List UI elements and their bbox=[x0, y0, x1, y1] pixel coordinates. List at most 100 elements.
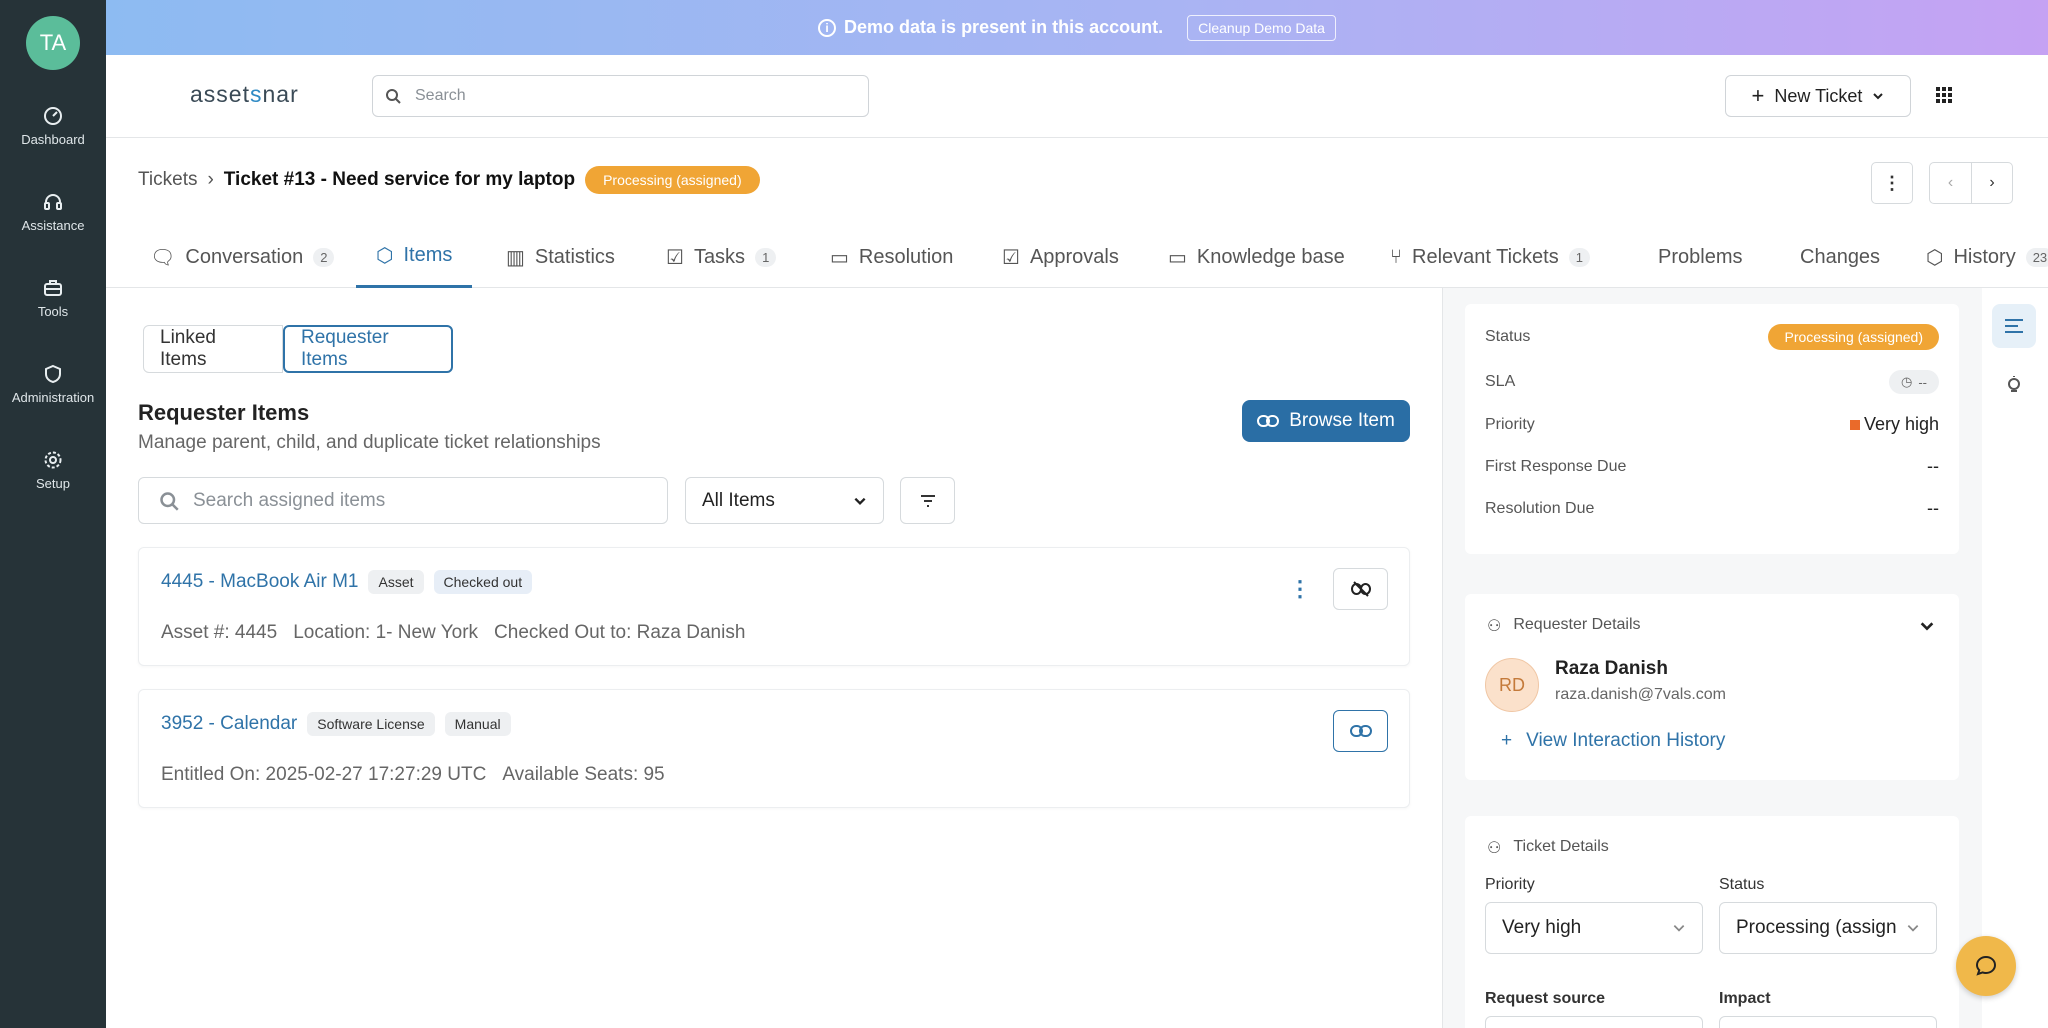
request-source-label: Request source bbox=[1485, 990, 1606, 1007]
impact-select[interactable] bbox=[1719, 1016, 1937, 1028]
filter-button[interactable] bbox=[900, 477, 955, 524]
breadcrumb-tickets[interactable]: Tickets bbox=[138, 169, 197, 191]
sidebar-item-label: Tools bbox=[37, 304, 69, 319]
tab-statistics[interactable]: ▥ Statistics bbox=[506, 226, 615, 288]
gear-icon bbox=[44, 451, 62, 469]
sla-label: SLA bbox=[1485, 373, 1516, 390]
page-title: Ticket #13 - Need service for my laptop bbox=[223, 169, 576, 190]
tab-count: 1 bbox=[755, 247, 777, 267]
link-icon bbox=[1349, 725, 1372, 737]
tab-relevant-tickets[interactable]: ⑂ Relevant Tickets 1 bbox=[1390, 226, 1590, 288]
resolution-due-value: -- bbox=[1927, 498, 1939, 518]
headset-icon bbox=[44, 194, 62, 210]
list-icon bbox=[2005, 319, 2023, 333]
tab-resolution[interactable]: ▭ Resolution bbox=[830, 226, 953, 288]
select-value: Processing (assign bbox=[1736, 917, 1897, 938]
tab-changes[interactable]: Changes bbox=[1800, 226, 1880, 288]
assigned-items-search[interactable]: Search assigned items bbox=[138, 477, 668, 524]
chat-bubble-icon bbox=[1975, 955, 1997, 976]
prev-ticket-button[interactable]: ‹ bbox=[1929, 162, 1971, 204]
item-link[interactable]: 4445 - MacBook Air M1 bbox=[161, 571, 358, 593]
priority-indicator bbox=[1849, 420, 1860, 430]
cleanup-demo-button[interactable]: Cleanup Demo Data bbox=[1187, 14, 1336, 41]
sidebar-item-dashboard[interactable]: Dashboard bbox=[0, 106, 106, 147]
tab-count: 1 bbox=[1568, 247, 1590, 267]
request-source-select[interactable] bbox=[1485, 1016, 1703, 1028]
requester-details: ⚇ Requester Details RD Raza Danish raza.… bbox=[1465, 594, 1959, 780]
first-response-label: First Response Due bbox=[1485, 457, 1627, 475]
item-meta: Asset #: 4445 bbox=[161, 622, 278, 643]
ticket-side-panel: Status Processing (assigned) SLA ◷ -- Pri… bbox=[1442, 288, 1982, 1028]
select-value: All Items bbox=[702, 489, 775, 511]
ticket-tabs: 🗨 Conversation 2 ⬡ Items ▥ Statistics ☑ Tasks… bbox=[106, 226, 2048, 288]
plus-icon: + bbox=[1751, 83, 1765, 108]
status-select[interactable]: Processing (assign bbox=[1719, 902, 1937, 954]
linked-items-toggle[interactable]: Linked Items bbox=[143, 325, 283, 373]
tab-count: 23 bbox=[2025, 247, 2048, 267]
book-icon: ▭ bbox=[830, 246, 849, 269]
tab-approvals[interactable]: ☑ Approvals bbox=[1002, 226, 1119, 288]
demo-banner: i Demo data is present in this account. … bbox=[106, 0, 2048, 55]
unlink-button[interactable] bbox=[1333, 568, 1388, 610]
sidebar-item-setup[interactable]: Setup bbox=[0, 450, 106, 491]
chevron-right-icon: › bbox=[207, 169, 214, 190]
item-type-tag: Software License bbox=[307, 712, 435, 736]
chat-fab-button[interactable] bbox=[1956, 936, 2016, 996]
kebab-icon[interactable]: ⋮ bbox=[1289, 576, 1311, 602]
status-label: Status bbox=[1719, 876, 1765, 893]
priority-label: Priority bbox=[1485, 876, 1535, 893]
item-link[interactable]: 3952 - Calendar bbox=[161, 713, 297, 735]
more-options-button[interactable]: ⋮ bbox=[1871, 162, 1913, 204]
banner-text: Demo data is present in this account. bbox=[844, 17, 1164, 37]
search-icon bbox=[160, 491, 179, 511]
user-icon: ⚇ bbox=[1487, 840, 1502, 857]
chevron-down-icon[interactable] bbox=[1919, 618, 1935, 634]
details-panel-toggle[interactable] bbox=[1992, 304, 2036, 348]
items-filter-select[interactable]: All Items bbox=[685, 477, 884, 524]
new-ticket-button[interactable]: + New Ticket bbox=[1725, 75, 1911, 117]
tab-problems[interactable]: Problems bbox=[1658, 226, 1742, 288]
item-type-tag: Asset bbox=[368, 570, 424, 594]
item-meta: Entitled On: 2025-02-27 17:27:29 UTC bbox=[161, 764, 487, 785]
item-card: 3952 - Calendar Software License Manual … bbox=[138, 689, 1410, 808]
filter-icon bbox=[920, 494, 935, 507]
book-open-icon: ▭ bbox=[1168, 246, 1187, 269]
tab-knowledge-base[interactable]: ▭ Knowledge base bbox=[1168, 226, 1345, 288]
view-interaction-history-link[interactable]: + View Interaction History bbox=[1501, 730, 1725, 752]
unlink-icon bbox=[1350, 581, 1371, 597]
search-placeholder: Search assigned items bbox=[193, 489, 386, 511]
status-label: Status bbox=[1485, 328, 1531, 345]
tab-tasks[interactable]: ☑ Tasks 1 bbox=[666, 226, 777, 288]
tab-items[interactable]: ⬡ Items bbox=[356, 226, 473, 288]
next-ticket-button[interactable]: › bbox=[1971, 162, 2013, 204]
shield-icon bbox=[45, 364, 61, 384]
bulb-icon bbox=[2008, 376, 2020, 392]
user-avatar[interactable]: TA bbox=[26, 16, 80, 70]
tab-history[interactable]: ⬡ History 23 bbox=[1926, 226, 2048, 288]
new-ticket-label: New Ticket bbox=[1774, 85, 1863, 106]
requester-header[interactable]: ⚇ Requester Details bbox=[1487, 616, 1641, 636]
toolbox-icon bbox=[44, 280, 62, 296]
global-search-input[interactable]: Search bbox=[372, 75, 869, 117]
sidebar-item-assistance[interactable]: Assistance bbox=[0, 192, 106, 233]
first-response-value: -- bbox=[1927, 456, 1939, 476]
checkbox-icon: ☑ bbox=[1002, 246, 1020, 269]
section-title: Requester Items bbox=[138, 400, 310, 425]
impact-label: Impact bbox=[1719, 990, 1771, 1007]
item-meta: Location: 1- New York bbox=[293, 622, 479, 643]
chevron-down-icon bbox=[1673, 925, 1685, 932]
insights-toggle[interactable] bbox=[1992, 364, 2036, 408]
priority-select[interactable]: Very high bbox=[1485, 902, 1703, 954]
item-status-tag: Checked out bbox=[433, 570, 533, 594]
link-button[interactable] bbox=[1333, 710, 1388, 752]
browse-item-button[interactable]: Browse Item bbox=[1242, 400, 1410, 442]
sidebar-item-administration[interactable]: Administration bbox=[0, 364, 106, 405]
sidebar-item-tools[interactable]: Tools bbox=[0, 278, 106, 319]
link-icon bbox=[1257, 415, 1280, 427]
ticket-details-heading: Ticket Details bbox=[1513, 838, 1609, 855]
requester-items-toggle[interactable]: Requester Items bbox=[283, 325, 453, 373]
tab-conversation[interactable]: 🗨 Conversation 2 bbox=[150, 226, 335, 288]
apps-grid-icon[interactable] bbox=[1936, 87, 1952, 103]
box-icon: ⬡ bbox=[1926, 246, 1944, 269]
app-logo[interactable]: assetsnar bbox=[190, 81, 299, 108]
